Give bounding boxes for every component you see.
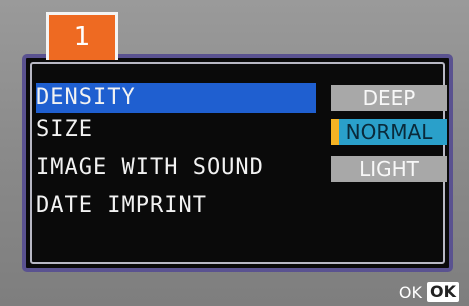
ok-button-icon[interactable]: OK [427,282,459,302]
selection-marker-icon [331,119,339,145]
footer-hint: OK OK [399,282,459,302]
menu-item-image-with-sound[interactable]: IMAGE WITH SOUND [36,153,264,183]
option-light-label: LIGHT [359,157,419,181]
menu-item-density[interactable]: DENSITY [36,83,316,113]
option-deep-label: DEEP [362,86,416,110]
option-normal-label: NORMAL [345,120,433,144]
menu-tab-1[interactable]: 1 [46,12,118,60]
ok-hint-text: OK [398,282,422,302]
option-normal[interactable]: NORMAL [331,119,447,145]
option-deep[interactable]: DEEP [331,85,447,111]
option-light[interactable]: LIGHT [331,156,447,182]
menu-item-size[interactable]: SIZE [36,115,93,145]
menu-item-date-imprint[interactable]: DATE IMPRINT [36,191,207,221]
camera-menu-screen: 1 DENSITY SIZE IMAGE WITH SOUND DATE IMP… [0,0,469,306]
